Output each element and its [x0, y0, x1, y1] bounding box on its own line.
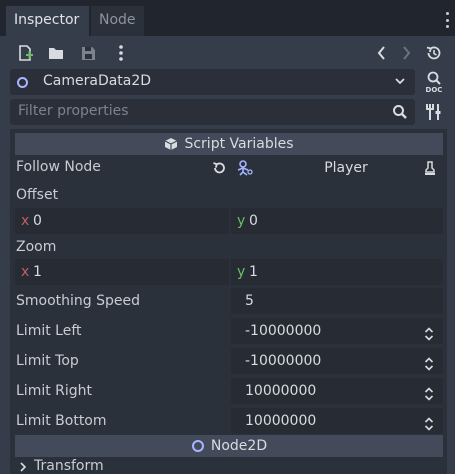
zoom-y-value: 1: [249, 264, 258, 280]
zoom-y-field[interactable]: y 1: [231, 259, 443, 285]
limit-left-spinbox[interactable]: -10000000: [231, 318, 443, 344]
offset-y-value: 0: [249, 213, 258, 229]
axis-y-label: y: [237, 213, 246, 229]
spinner-updown-icon[interactable]: [424, 384, 434, 410]
revert-icon[interactable]: [211, 160, 227, 180]
limit-top-spinbox[interactable]: -10000000: [231, 348, 443, 374]
node-circle-icon: [17, 77, 28, 88]
script-box-icon: [164, 136, 178, 158]
object-selector[interactable]: CameraData2D: [10, 69, 415, 95]
tab-inspector[interactable]: Inspector: [6, 6, 89, 36]
smoothing-speed-label: Smoothing Speed: [16, 293, 141, 309]
svg-text:DOC: DOC: [426, 86, 443, 94]
doc-search-icon[interactable]: DOC: [423, 70, 445, 94]
section-node2d[interactable]: Node2D: [15, 435, 443, 457]
player-node-icon: [235, 159, 253, 181]
axis-x-label: x: [21, 213, 30, 229]
section-script-variables[interactable]: Script Variables: [15, 133, 443, 155]
more-icon[interactable]: [111, 43, 131, 63]
spinner-updown-icon[interactable]: [424, 354, 434, 380]
limit-right-label: Limit Right: [16, 383, 93, 399]
save-resource-icon[interactable]: [78, 43, 98, 63]
dock-tab-bar: Inspector Node: [0, 0, 455, 36]
load-resource-icon[interactable]: [46, 43, 66, 63]
offset-label: Offset: [16, 187, 59, 203]
zoom-label: Zoom: [16, 239, 57, 255]
limit-bottom-spinbox[interactable]: 10000000: [231, 408, 443, 434]
filter-placeholder: Filter properties: [18, 103, 129, 119]
spinner-updown-icon[interactable]: [424, 324, 434, 350]
group-transform-label: Transform: [34, 458, 104, 474]
pin-icon[interactable]: [423, 160, 437, 180]
new-resource-icon[interactable]: [15, 43, 35, 63]
history-forward-icon[interactable]: [396, 43, 416, 63]
follow-node-label: Follow Node: [16, 159, 101, 175]
axis-x-label: x: [21, 264, 30, 280]
axis-y-label: y: [237, 264, 246, 280]
zoom-x-field[interactable]: x 1: [15, 259, 229, 285]
node2d-icon: [191, 438, 205, 460]
object-name: CameraData2D: [43, 73, 152, 89]
dock-menu-icon[interactable]: [445, 12, 449, 28]
section-label: Node2D: [210, 438, 268, 454]
limit-top-value: -10000000: [245, 353, 322, 369]
chevron-down-icon: [393, 74, 407, 92]
history-back-icon[interactable]: [372, 43, 392, 63]
zoom-x-value: 1: [33, 264, 42, 280]
inspector-toolbar: [0, 38, 455, 68]
chevron-right-icon: [18, 461, 28, 474]
offset-x-field[interactable]: x 0: [15, 208, 229, 234]
limit-right-value: 10000000: [245, 383, 317, 399]
properties-panel: Script Variables Follow Node Player Offs…: [10, 129, 447, 474]
offset-y-field[interactable]: y 0: [231, 208, 443, 234]
limit-top-label: Limit Top: [16, 353, 79, 369]
smoothing-speed-field[interactable]: 5: [231, 288, 443, 314]
filter-properties-input[interactable]: Filter properties: [10, 99, 415, 125]
limit-bottom-label: Limit Bottom: [16, 413, 107, 429]
limit-left-label: Limit Left: [16, 323, 82, 339]
section-label: Script Variables: [184, 136, 294, 152]
search-icon: [392, 104, 408, 124]
offset-x-value: 0: [33, 213, 42, 229]
history-icon[interactable]: [424, 43, 444, 63]
tools-icon[interactable]: [424, 101, 444, 123]
limit-right-spinbox[interactable]: 10000000: [231, 378, 443, 404]
follow-node-value[interactable]: Player: [259, 155, 433, 181]
limit-left-value: -10000000: [245, 323, 322, 339]
limit-bottom-value: 10000000: [245, 413, 317, 429]
tab-node[interactable]: Node: [91, 6, 144, 36]
